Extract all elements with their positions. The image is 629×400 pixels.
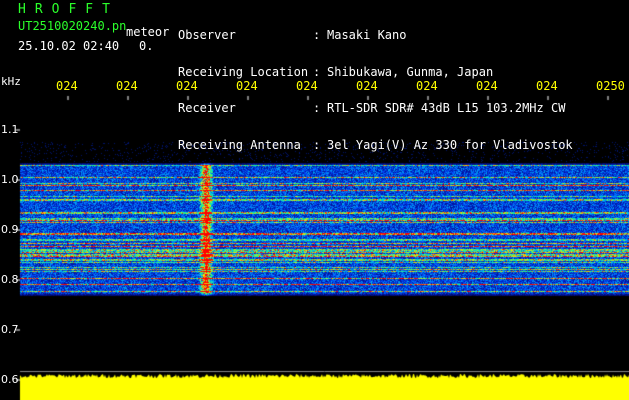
info-value-observer: Masaki Kano <box>327 28 407 42</box>
file-name: UT2510020240.pn <box>18 19 127 33</box>
echo-count: 0. <box>139 39 154 53</box>
y-tick-label: 0.9 <box>1 223 19 236</box>
y-tick-label: 1.1 <box>1 123 19 136</box>
info-label-observer: Observer <box>178 28 236 42</box>
brand-title: HROFFT <box>18 2 119 17</box>
y-tick-label: 0.7 <box>1 323 19 336</box>
hrofft-window: HROFFT UT2510020240.pn meteor 25.10.02 0… <box>0 0 629 400</box>
info-value-antenna: 3el Yagi(V) Az 330 for Vladivostok <box>327 137 573 152</box>
x-tick-label: 024 <box>236 79 258 93</box>
info-value-location: Shibukawa, Gunma, Japan <box>327 64 494 79</box>
info-value-receiver: RTL-SDR SDR# 43dB L15 103.2MHz CW <box>327 101 566 115</box>
x-tick-label: 024 <box>476 79 498 93</box>
x-tick-label: 024 <box>416 79 438 93</box>
x-tick-label: 024 <box>356 79 378 93</box>
mode-label: meteor <box>126 25 170 39</box>
x-tick-label: 024 <box>116 79 138 93</box>
y-tick-label: 1.0 <box>1 173 19 186</box>
info-label-antenna: Receiving Antenna <box>178 137 301 152</box>
y-tick-label: 0.6 <box>1 373 19 386</box>
info-label-receiver: Receiver <box>178 101 236 115</box>
timestamp: 25.10.02 02:40 <box>18 39 120 53</box>
x-tick-label: 024 <box>56 79 78 93</box>
y-axis-unit-label: kHz <box>1 75 21 88</box>
x-tick-label: 0250 <box>596 79 625 93</box>
info-label-location: Receiving Location <box>178 64 309 79</box>
y-tick-label: 0.8 <box>1 273 19 286</box>
x-tick-label: 024 <box>176 79 198 93</box>
x-tick-label: 024 <box>536 79 558 93</box>
x-tick-label: 024 <box>296 79 318 93</box>
